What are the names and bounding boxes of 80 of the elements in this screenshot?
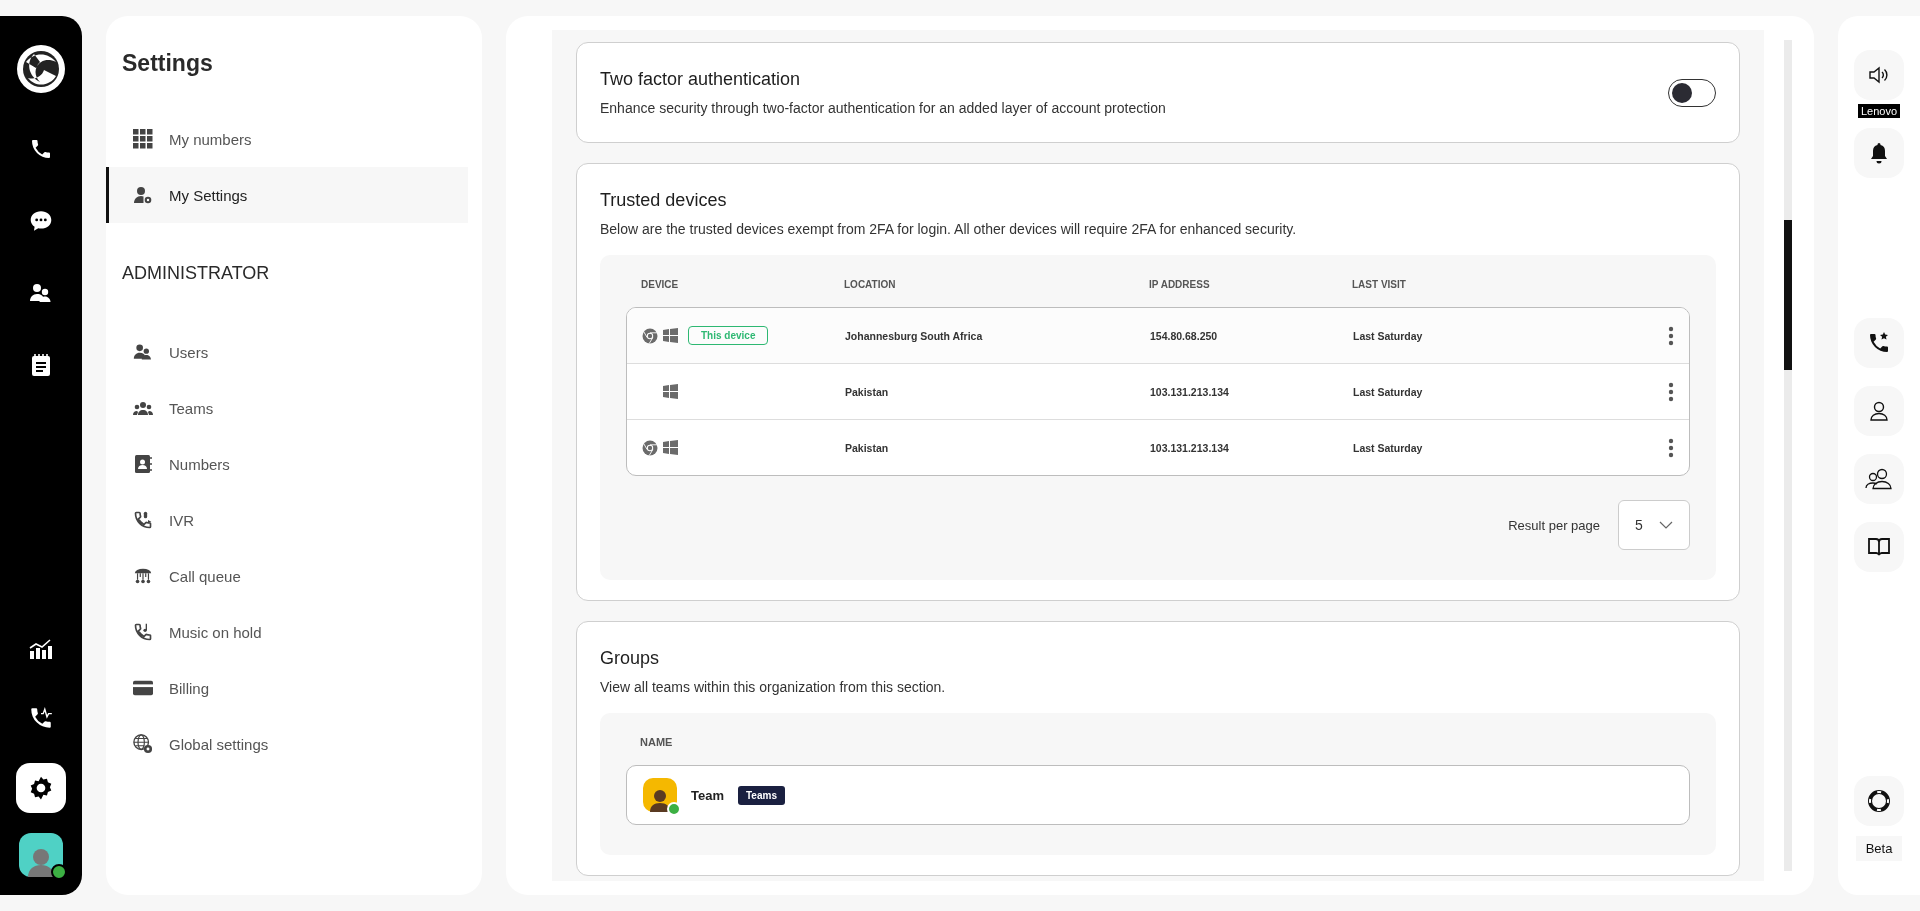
sidebar-title: Settings	[122, 50, 214, 77]
people-icon	[1864, 468, 1894, 490]
sidebar-item[interactable]: Teams	[106, 380, 468, 436]
table-cell-text: 154.80.68.250	[1150, 329, 1219, 342]
beta-label: Beta	[1855, 836, 1903, 861]
sidebar-item[interactable]: IVR	[106, 492, 468, 548]
table-cell-text: Johannesburg South Africa	[845, 329, 984, 342]
table-cell-text: 103.131.213.134	[1150, 441, 1230, 454]
lifebuoy-icon	[1868, 790, 1890, 812]
more-options-icon[interactable]	[1668, 437, 1674, 458]
column-header: LAST VISIT	[1352, 278, 1407, 290]
windows-icon	[663, 328, 678, 343]
avatar[interactable]	[19, 833, 63, 877]
table-cell: Team	[691, 787, 724, 803]
chevron-down-icon	[1659, 521, 1673, 529]
book-icon	[1868, 537, 1890, 557]
user-gear-icon	[134, 186, 152, 204]
table-cell-text: Last Saturday	[1353, 441, 1424, 454]
help-button[interactable]	[1854, 776, 1904, 826]
card-description: Below are the trusted devices exempt from 2FA for login. All other devices will require 2FA for enhanced security.	[600, 221, 1298, 237]
windows-icon	[663, 384, 678, 399]
column-header: DEVICE	[641, 278, 680, 290]
credit-card-icon	[133, 680, 153, 696]
result-per-page-label: Result per page	[1508, 517, 1600, 533]
table-cell-text: Pakistan	[845, 385, 890, 398]
sidebar-item[interactable]: My numbers	[106, 111, 468, 167]
globe-gear-icon	[133, 733, 153, 755]
card-title: Groups	[600, 648, 661, 669]
table-cell-text: Last Saturday	[1353, 329, 1424, 342]
table-cell-text: Pakistan	[845, 441, 890, 454]
more-options-icon[interactable]	[1668, 325, 1674, 346]
sidebar-item[interactable]: Call queue	[106, 548, 468, 604]
phone-note-icon	[133, 622, 153, 642]
teams-tag: Teams	[738, 785, 785, 805]
column-header: NAME	[640, 736, 673, 748]
rail-button[interactable]	[16, 763, 66, 813]
contact-book-icon	[134, 454, 152, 474]
page-size-dropdown[interactable]: 5	[1618, 500, 1690, 550]
favorite-calls-button[interactable]	[1854, 318, 1904, 368]
phone-mic-icon	[133, 510, 153, 530]
call-queue-icon	[133, 566, 153, 586]
speaker-icon	[1868, 65, 1890, 85]
column-header: LOCATION	[844, 278, 897, 290]
avatar-silhouette-icon	[27, 847, 55, 877]
more-options-icon[interactable]	[1668, 381, 1674, 402]
bell-icon	[1869, 142, 1889, 164]
card-description: Enhance security through two-factor authentication for an added layer of account protection	[600, 100, 1166, 116]
card-title: Trusted devices	[600, 190, 728, 211]
book-button[interactable]	[1854, 522, 1904, 572]
sidebar-item[interactable]: My Settings	[106, 167, 468, 223]
phone-icon	[29, 137, 53, 161]
sidebar-item[interactable]: Users	[106, 324, 468, 380]
card-description: View all teams within this organization from this section.	[600, 679, 947, 695]
sidebar-item[interactable]: Music on hold	[106, 604, 468, 660]
logo-icon	[16, 44, 66, 94]
this-device-badge: This device	[688, 326, 769, 345]
table-cell-text: Last Saturday	[1353, 385, 1424, 398]
team-icon	[133, 400, 153, 416]
settings-icon	[28, 775, 54, 801]
section-heading: ADMINISTRATOR	[122, 263, 271, 284]
table-cell-text: 103.131.213.134	[1150, 385, 1230, 398]
chart-icon	[28, 636, 54, 660]
scrollbar[interactable]	[1784, 40, 1792, 871]
windows-icon	[663, 440, 678, 455]
sidebar-item[interactable]: Billing	[106, 660, 468, 716]
grid-icon	[133, 129, 153, 149]
sidebar-item[interactable]: Numbers	[106, 436, 468, 492]
group-button[interactable]	[1854, 454, 1904, 504]
phone-pulse-icon	[28, 705, 54, 731]
device-label: Lenovo	[1857, 104, 1901, 118]
phone-star-icon	[1867, 331, 1891, 355]
notifications-button[interactable]	[1854, 128, 1904, 178]
sidebar-item[interactable]: Global settings	[106, 716, 468, 772]
person-icon	[1868, 400, 1890, 422]
column-header: IP ADDRESS	[1149, 278, 1211, 290]
notepad-icon	[30, 353, 52, 377]
contact-button[interactable]	[1854, 386, 1904, 436]
users-icon	[29, 281, 53, 305]
card-title: Two factor authentication	[600, 69, 802, 90]
speaker-button[interactable]	[1854, 50, 1904, 100]
